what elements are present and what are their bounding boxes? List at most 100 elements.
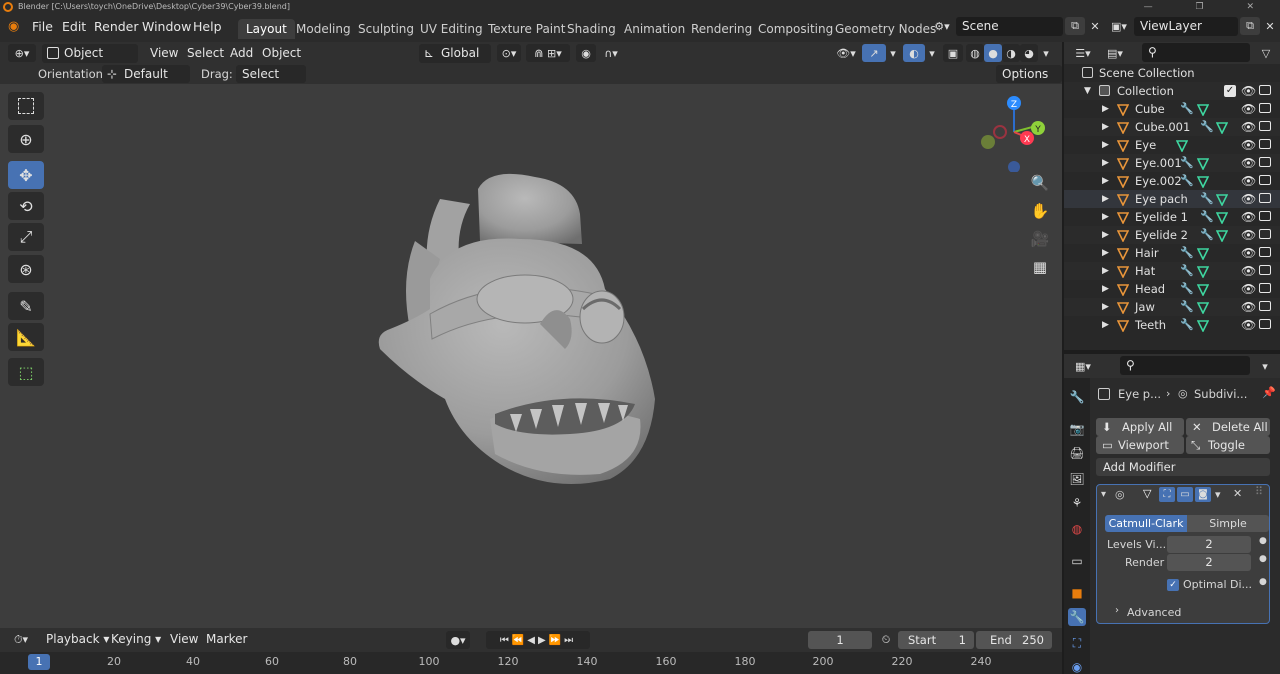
outliner-item[interactable]: ▶ Teeth 🔧 👁 bbox=[1064, 316, 1280, 334]
move-tool[interactable]: ✥ bbox=[8, 161, 44, 189]
menu-file[interactable]: File bbox=[32, 19, 53, 34]
tab-uv-editing[interactable]: UV Editing bbox=[412, 19, 491, 39]
advanced-expand-icon[interactable]: › bbox=[1115, 605, 1119, 616]
expand-arrow-icon[interactable]: ▶ bbox=[1102, 118, 1109, 136]
advanced-section-label[interactable]: Advanced bbox=[1127, 606, 1181, 619]
modifier-icon[interactable]: 🔧 bbox=[1180, 280, 1194, 298]
mesh-data-icon[interactable] bbox=[1196, 301, 1210, 315]
collection-checkbox[interactable]: ✓ bbox=[1224, 85, 1236, 97]
eye-icon[interactable]: 👁 bbox=[1241, 154, 1256, 172]
outliner-scene-collection[interactable]: Scene Collection bbox=[1064, 64, 1280, 82]
view-layer-field[interactable]: ViewLayer bbox=[1134, 17, 1238, 36]
scene-name-field[interactable]: Scene bbox=[956, 17, 1063, 36]
gizmo-neg-z[interactable] bbox=[1008, 161, 1020, 172]
scale-tool[interactable]: ⤢ bbox=[8, 223, 44, 251]
camera-icon[interactable] bbox=[1259, 121, 1271, 131]
catmull-clark-button[interactable]: Catmull-Clark bbox=[1105, 515, 1187, 532]
mesh-data-icon[interactable] bbox=[1215, 211, 1229, 225]
mesh-data-icon[interactable] bbox=[1196, 175, 1210, 189]
eye-icon[interactable]: 👁 bbox=[1241, 298, 1256, 316]
outliner-collection[interactable]: ▼ Collection ✓ 👁 bbox=[1064, 82, 1280, 100]
timeline-view-menu[interactable]: View bbox=[164, 630, 204, 649]
rendered-shading-icon[interactable]: ◕ bbox=[1020, 44, 1038, 62]
levels-viewport-field[interactable]: 2 bbox=[1167, 536, 1251, 553]
window-controls[interactable]: — ❐ ✕ bbox=[1144, 0, 1274, 14]
outliner-item[interactable]: ▶ Eyelide 1 🔧 👁 bbox=[1064, 208, 1280, 226]
physics-tab-icon[interactable]: ◉ bbox=[1068, 658, 1086, 674]
modifier-icon[interactable]: 🔧 bbox=[1180, 100, 1194, 118]
rotate-tool[interactable]: ⟲ bbox=[8, 192, 44, 220]
menu-object[interactable]: Object bbox=[256, 44, 307, 63]
world-tab-icon[interactable]: ◍ bbox=[1068, 520, 1086, 538]
delete-all-button[interactable]: ✕ Delete All bbox=[1186, 418, 1270, 436]
eye-icon[interactable]: 👁 bbox=[1241, 172, 1256, 190]
mesh-data-icon[interactable] bbox=[1196, 265, 1210, 279]
expand-arrow-icon[interactable]: ▶ bbox=[1102, 172, 1109, 190]
options-dropdown[interactable]: Options ▾ bbox=[996, 65, 1062, 99]
navigation-gizmo[interactable]: Z Y X bbox=[978, 92, 1050, 172]
expand-arrow-icon[interactable]: ▶ bbox=[1102, 226, 1109, 244]
outliner-item[interactable]: ▶ Head 🔧 👁 bbox=[1064, 280, 1280, 298]
output-tab-icon[interactable]: 🖨 bbox=[1068, 444, 1086, 462]
orientation-setting-dropdown[interactable]: ⊹ Default bbox=[102, 65, 190, 83]
transform-tool[interactable]: ⊛ bbox=[8, 255, 44, 283]
render-toggle-icon[interactable]: ◙ bbox=[1195, 487, 1211, 502]
drag-dropdown[interactable]: Select Box ▾ bbox=[236, 65, 306, 99]
tab-modeling[interactable]: Modeling bbox=[288, 19, 359, 39]
outliner-editor-icon[interactable]: ☰▾ bbox=[1070, 44, 1096, 62]
collection-tab-icon[interactable]: ▭ bbox=[1068, 552, 1086, 570]
eye-icon[interactable]: 👁 bbox=[1241, 118, 1256, 136]
particles-tab-icon[interactable]: ⛶ bbox=[1068, 634, 1086, 652]
new-scene-icon[interactable]: ⧉ bbox=[1065, 17, 1085, 35]
end-frame-field[interactable]: End 250 bbox=[976, 631, 1052, 649]
delete-view-layer-icon[interactable]: ✕ bbox=[1260, 17, 1280, 35]
modifier-icon[interactable]: 🔧 bbox=[1180, 244, 1194, 262]
timeline-editor-icon[interactable]: ⏱▾ bbox=[8, 631, 34, 649]
modifier-icon[interactable]: 🔧 bbox=[1180, 262, 1194, 280]
eye-icon[interactable]: 👁 bbox=[1241, 190, 1256, 208]
add-cube-tool[interactable]: ⬚ bbox=[8, 358, 44, 386]
simple-button[interactable]: Simple bbox=[1187, 515, 1269, 532]
modifier-icon[interactable]: 🔧 bbox=[1180, 298, 1194, 316]
outliner-item[interactable]: ▶ Cube 🔧 👁 bbox=[1064, 100, 1280, 118]
modifier-icon[interactable]: 🔧 bbox=[1180, 172, 1194, 190]
tab-rendering[interactable]: Rendering bbox=[683, 19, 760, 39]
cage-toggle-icon[interactable]: ⛶ bbox=[1159, 487, 1175, 502]
menu-help[interactable]: Help bbox=[193, 19, 222, 34]
proportional-edit-icon[interactable]: ◉ bbox=[576, 44, 596, 62]
modifier-icon[interactable]: 🔧 bbox=[1200, 226, 1214, 244]
apply-all-button[interactable]: ⬇ Apply All bbox=[1096, 418, 1184, 436]
tab-shading[interactable]: Shading bbox=[559, 19, 624, 39]
snap-icon[interactable]: ⋒ ⊞▾ bbox=[526, 44, 570, 62]
expand-arrow-icon[interactable]: ▶ bbox=[1102, 262, 1109, 280]
menu-edit[interactable]: Edit bbox=[62, 19, 86, 34]
outliner-item[interactable]: ▶ Eye.001 🔧 👁 bbox=[1064, 154, 1280, 172]
expand-arrow-icon[interactable]: ▶ bbox=[1102, 154, 1109, 172]
mesh-data-icon[interactable] bbox=[1196, 247, 1210, 261]
tab-layout[interactable]: Layout bbox=[238, 19, 295, 39]
menu-render[interactable]: Render bbox=[94, 19, 139, 34]
falloff-icon[interactable]: ∩▾ bbox=[598, 44, 624, 62]
toggle-stack-button[interactable]: ⤡ Toggle Stack bbox=[1186, 436, 1270, 470]
cursor-tool[interactable]: ⊕ bbox=[8, 125, 44, 153]
viewport-toggle-icon[interactable]: ▭ bbox=[1177, 487, 1193, 502]
keyframe-dot-icon[interactable]: ● bbox=[1259, 554, 1267, 564]
timeline-keying-menu[interactable]: Keying ▾ bbox=[105, 630, 167, 649]
remove-modifier-icon[interactable]: ✕ bbox=[1233, 487, 1242, 500]
material-shading-icon[interactable]: ◑ bbox=[1002, 44, 1020, 62]
camera-icon[interactable] bbox=[1259, 211, 1271, 221]
mesh-data-icon[interactable] bbox=[1175, 139, 1189, 153]
object-tab-icon[interactable]: ■ bbox=[1068, 584, 1086, 602]
mesh-data-icon[interactable] bbox=[1196, 157, 1210, 171]
properties-editor-icon[interactable]: ▦▾ bbox=[1070, 357, 1096, 375]
camera-icon[interactable] bbox=[1259, 139, 1271, 149]
mesh-data-icon[interactable] bbox=[1196, 283, 1210, 297]
solid-shading-icon[interactable]: ● bbox=[984, 44, 1002, 62]
filter-icon[interactable]: ▽ bbox=[1256, 44, 1276, 62]
camera-icon[interactable] bbox=[1259, 229, 1271, 239]
playback-controls[interactable]: ⏮⏪◀▶⏩⏭ bbox=[486, 631, 590, 649]
tool-tab-icon[interactable]: 🔧 bbox=[1068, 388, 1086, 406]
camera-icon[interactable] bbox=[1259, 319, 1271, 329]
expand-arrow-icon[interactable]: ▶ bbox=[1102, 280, 1109, 298]
scene-selector-icon[interactable]: ⚙▾ bbox=[929, 17, 955, 35]
